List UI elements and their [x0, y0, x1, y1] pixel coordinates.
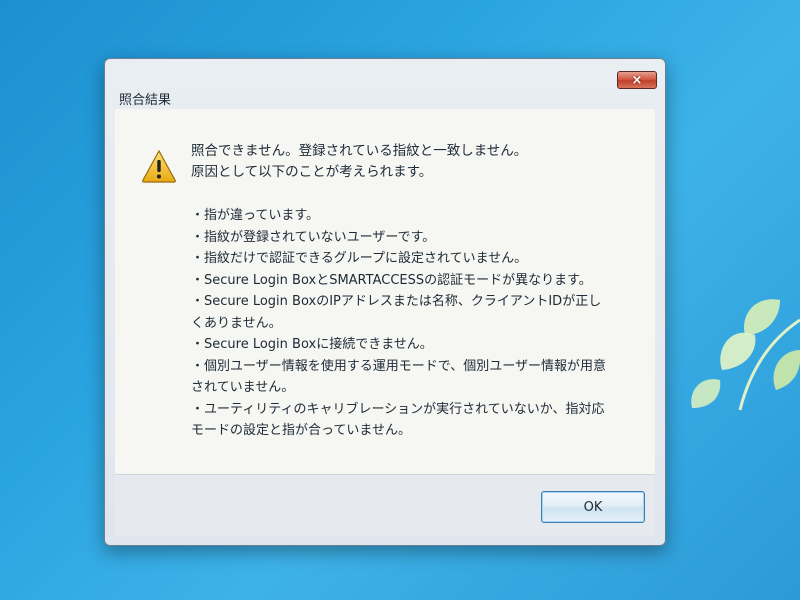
reason-item: ・Secure Login Boxに接続できません。 — [191, 337, 433, 352]
reason-item: ・個別ユーザー情報を使用する運用モードで、個別ユーザー情報が用意されていません。 — [191, 358, 606, 396]
ok-button[interactable]: OK — [541, 491, 645, 523]
reason-item: ・指紋だけで認証できるグループに設定されていません。 — [191, 251, 528, 266]
verification-result-dialog: 照合結果 × 照合できません。登録されている指紋と一致しません。 原因として以下… — [104, 58, 666, 546]
reason-item: ・指紋が登録されていないユーザーです。 — [191, 229, 436, 245]
error-message-line-1: 照合できません。登録されている指紋と一致しません。 — [191, 143, 528, 159]
error-message-line-2: 原因として以下のことが考えられます。 — [191, 164, 433, 180]
warning-icon — [142, 149, 176, 183]
reason-item: ・Secure Login BoxのIPアドレスまたは名称、クライアントIDが正… — [191, 294, 602, 331]
dialog-titlebar[interactable]: 照合結果 × — [105, 59, 665, 108]
dialog-title: 照合結果 — [119, 93, 172, 108]
dialog-content: 照合できません。登録されている指紋と一致しません。 原因として以下のことが考えら… — [115, 109, 655, 504]
close-icon: × — [631, 72, 643, 88]
reason-item: ・指が違っています。 — [191, 208, 320, 223]
reason-list: ・指が違っています。 ・指紋が登録されていないユーザーです。 ・指紋だけで認証で… — [191, 205, 611, 442]
desktop-leaves-decoration — [691, 299, 800, 411]
reason-item: ・Secure Login BoxとSMARTACCESSの認証モードが異なりま… — [191, 272, 592, 288]
error-message-heading: 照合できません。登録されている指紋と一致しません。 原因として以下のことが考えら… — [191, 141, 527, 183]
reason-item: ・ユーティリティのキャリブレーションが実行されていないか、指対応モードの設定と指… — [191, 401, 605, 439]
dialog-button-bar: OK — [115, 474, 655, 536]
close-button[interactable]: × — [617, 71, 657, 89]
